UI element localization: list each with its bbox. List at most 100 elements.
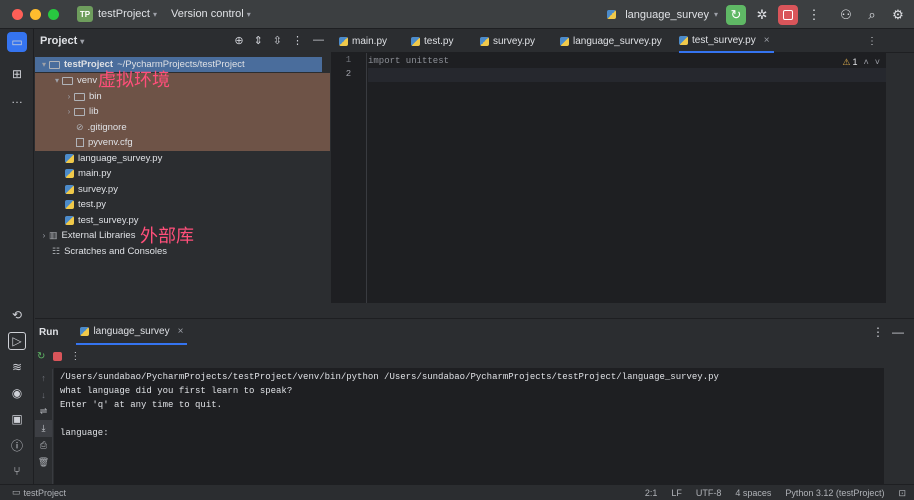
lock-icon[interactable]: ⊡ bbox=[898, 488, 906, 499]
inspection-widget[interactable]: ⚠ 1 ˄ ˅ bbox=[842, 57, 880, 68]
hide-panel-icon[interactable]: — bbox=[892, 325, 904, 339]
status-bar: ▭ testProject 2:1 LF UTF-8 4 spaces Pyth… bbox=[0, 484, 914, 500]
project-switcher[interactable]: testProject ▾ bbox=[98, 8, 157, 20]
title-bar: TP testProject ▾ Version control ▾ langu… bbox=[0, 0, 914, 29]
zoom-window-button[interactable] bbox=[48, 8, 59, 20]
close-window-button[interactable] bbox=[12, 8, 23, 20]
indent-setting[interactable]: 4 spaces bbox=[735, 488, 771, 498]
close-icon[interactable]: × bbox=[178, 326, 184, 337]
tree-item-label: test.py bbox=[78, 199, 106, 210]
more-vertical-icon: ⋮ bbox=[807, 6, 821, 22]
python-packages-icon: ⟲ bbox=[11, 308, 23, 322]
code-line[interactable]: import unittest bbox=[368, 54, 449, 68]
tree-item-venv[interactable]: ▾ venv bbox=[35, 73, 97, 88]
chevron-up-icon[interactable]: ˄ bbox=[863, 57, 868, 68]
python-interpreter[interactable]: Python 3.12 (testProject) bbox=[785, 488, 884, 498]
line-number: 2 bbox=[345, 69, 352, 79]
stop-button[interactable] bbox=[778, 4, 798, 25]
git-tool-button[interactable]: ⑂ bbox=[8, 462, 26, 480]
print-icon[interactable]: ⎙ bbox=[35, 437, 52, 454]
project-panel-title: Project bbox=[40, 35, 78, 47]
hide-panel-icon[interactable]: — bbox=[313, 34, 324, 47]
folder-icon bbox=[74, 92, 85, 101]
line-ending[interactable]: LF bbox=[671, 488, 682, 498]
arrow-up-icon[interactable]: ↑ bbox=[35, 369, 52, 386]
expand-arrow-icon: ▾ bbox=[54, 76, 59, 85]
collapse-all-icon[interactable]: ⇳ bbox=[273, 34, 282, 47]
tree-item-bin[interactable]: › bin bbox=[35, 89, 102, 104]
project-badge: TP bbox=[77, 6, 93, 22]
soft-wrap-icon[interactable]: ⇌ bbox=[35, 403, 52, 420]
tree-item-lib[interactable]: › lib bbox=[35, 104, 99, 119]
run-tab-language-survey[interactable]: language_survey × bbox=[76, 319, 188, 345]
project-tool-button[interactable]: ▭ bbox=[7, 32, 27, 52]
settings-button[interactable]: ⚙ bbox=[888, 5, 908, 25]
tree-item-test-survey[interactable]: test_survey.py bbox=[35, 213, 139, 228]
add-user-button[interactable]: ⚇ bbox=[836, 5, 856, 25]
more-vertical-icon[interactable]: ⋮ bbox=[872, 325, 884, 339]
tree-item-pyvenv-cfg[interactable]: pyvenv.cfg bbox=[35, 135, 133, 150]
tab-options-button[interactable]: ⋮ bbox=[867, 29, 877, 53]
run-tool-button[interactable]: ▷ bbox=[8, 332, 26, 350]
scratches-icon: ☷ bbox=[52, 246, 61, 256]
console-output[interactable]: /Users/sundabao/PycharmProjects/testProj… bbox=[54, 368, 884, 485]
tree-item-language-survey[interactable]: language_survey.py bbox=[35, 151, 162, 166]
close-icon[interactable]: × bbox=[764, 35, 770, 46]
run-configuration-selector[interactable]: language_survey ▾ bbox=[607, 9, 718, 21]
tab-label: language_survey.py bbox=[573, 35, 662, 47]
minimize-window-button[interactable] bbox=[30, 8, 41, 20]
tab-test-survey-py[interactable]: test_survey.py × bbox=[679, 29, 774, 53]
code-editor[interactable]: 1 2 import unittest ⚠ 1 ˄ ˅ bbox=[331, 53, 886, 303]
more-vertical-icon: ⋮ bbox=[867, 35, 877, 47]
tab-language-survey-py[interactable]: language_survey.py bbox=[560, 29, 662, 53]
editor-scrollbar[interactable] bbox=[886, 53, 914, 303]
rerun-icon[interactable]: ↻ bbox=[37, 351, 45, 362]
problems-tool-button[interactable]: ⓘ bbox=[8, 436, 26, 454]
trash-icon[interactable]: 🗑 bbox=[35, 454, 52, 471]
run-configuration-label: language_survey bbox=[625, 8, 709, 21]
window-controls bbox=[12, 8, 59, 20]
stop-icon[interactable] bbox=[53, 351, 63, 361]
services-tool-button[interactable]: ◉ bbox=[8, 384, 26, 402]
run-icon: ▷ bbox=[12, 334, 22, 348]
tab-main-py[interactable]: main.py bbox=[339, 29, 387, 53]
python-packages-button[interactable]: ⟲ bbox=[8, 306, 26, 324]
expand-arrow-icon: › bbox=[67, 92, 71, 101]
tree-item-main[interactable]: main.py bbox=[35, 166, 111, 181]
more-vertical-icon[interactable]: ⋮ bbox=[70, 351, 80, 362]
caret-position[interactable]: 2:1 bbox=[645, 488, 658, 498]
config-file-icon bbox=[76, 138, 84, 147]
tree-item-gitignore[interactable]: ⊘ .gitignore bbox=[35, 120, 127, 135]
tree-item-survey[interactable]: survey.py bbox=[35, 182, 118, 197]
status-breadcrumb[interactable]: testProject bbox=[24, 488, 67, 498]
tree-item-testproject[interactable]: ▾ testProject ~/PycharmProjects/testProj… bbox=[35, 57, 322, 72]
search-icon: ⌕ bbox=[868, 6, 876, 22]
console-scrollbar[interactable] bbox=[885, 368, 914, 485]
rerun-button[interactable]: ↻ bbox=[726, 4, 746, 25]
more-actions-button[interactable]: ⋮ bbox=[804, 5, 824, 25]
tree-item-label: main.py bbox=[78, 168, 112, 179]
more-vertical-icon[interactable]: ⋮ bbox=[292, 34, 303, 47]
version-control-menu[interactable]: Version control ▾ bbox=[171, 8, 251, 20]
file-encoding[interactable]: UTF-8 bbox=[696, 488, 722, 498]
tree-item-test[interactable]: test.py bbox=[35, 197, 106, 212]
expand-all-icon[interactable]: ⇕ bbox=[254, 34, 263, 47]
debug-button[interactable]: ✲ bbox=[752, 5, 772, 25]
more-tools-button[interactable]: … bbox=[8, 90, 26, 108]
terminal-tool-button[interactable]: ▣ bbox=[8, 410, 26, 428]
tree-item-external-libraries[interactable]: › ▥ External Libraries bbox=[35, 228, 136, 243]
chevron-down-icon[interactable]: ˅ bbox=[875, 57, 880, 68]
warning-icon: ⚠ bbox=[842, 57, 851, 67]
tab-survey-py[interactable]: survey.py bbox=[480, 29, 535, 53]
tree-item-label: language_survey.py bbox=[78, 153, 163, 164]
arrow-down-icon[interactable]: ↓ bbox=[35, 386, 52, 403]
tab-test-py[interactable]: test.py bbox=[411, 29, 453, 53]
layers-tool-button[interactable]: ≋ bbox=[8, 358, 26, 376]
search-button[interactable]: ⌕ bbox=[862, 5, 882, 25]
tree-item-label: test_survey.py bbox=[78, 215, 139, 226]
structure-tool-button[interactable]: ⊞ bbox=[8, 65, 26, 83]
scroll-to-end-icon[interactable]: ⤓ bbox=[35, 420, 52, 437]
locate-file-icon[interactable]: ⊕ bbox=[234, 34, 243, 47]
add-user-icon: ⚇ bbox=[840, 6, 852, 22]
